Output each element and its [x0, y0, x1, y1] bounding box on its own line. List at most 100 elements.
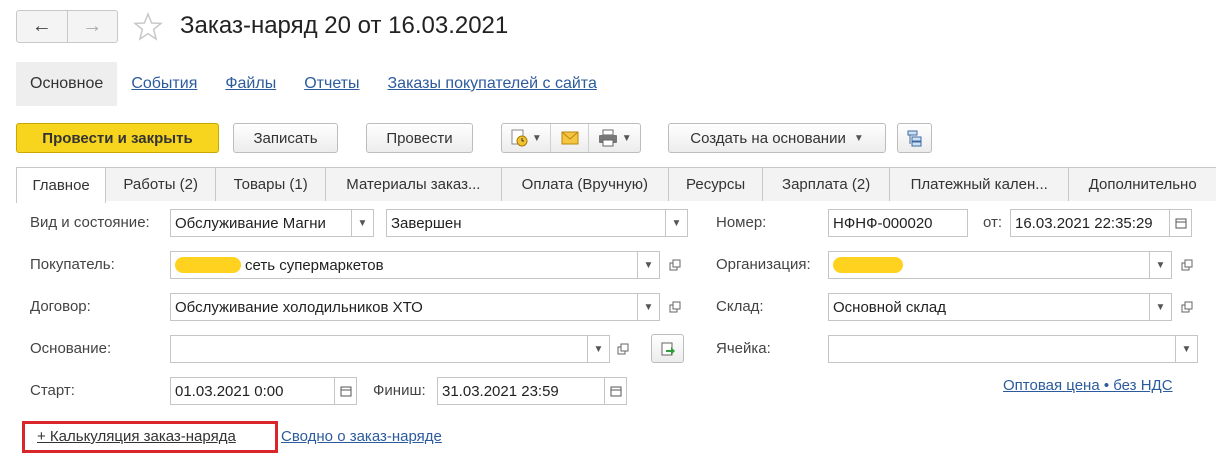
tab-goods[interactable]: Товары (1) [215, 167, 327, 201]
section-files-link[interactable]: Файлы [225, 75, 276, 93]
section-site-orders-link[interactable]: Заказы покупателей с сайта [388, 75, 597, 93]
organization-label: Организация: [716, 256, 811, 273]
tab-payment[interactable]: Оплата (Вручную) [500, 167, 670, 201]
organization-field[interactable] [828, 251, 1150, 279]
basis-label: Основание: [30, 340, 112, 357]
start-calendar-button[interactable] [335, 377, 357, 405]
document-clock-icon [511, 129, 528, 147]
basis-dropdown-button[interactable]: ▼ [588, 335, 610, 363]
hierarchy-icon [907, 130, 921, 147]
arrow-right-icon: → [82, 15, 103, 37]
chevron-down-icon: ▼ [357, 217, 368, 229]
price-type-link[interactable]: Оптовая цена • без НДС [1003, 377, 1173, 394]
section-links: Основное События Файлы Отчеты Заказы пок… [16, 62, 611, 106]
section-events-link[interactable]: События [131, 75, 197, 93]
kind-field[interactable]: Обслуживание Магни [170, 209, 352, 237]
create-based-on-button[interactable]: Создать на основании ▼ [668, 123, 886, 153]
open-window-icon [1181, 259, 1193, 271]
number-field[interactable]: НФНФ-000020 [828, 209, 968, 237]
chevron-down-icon: ▼ [643, 259, 654, 271]
fill-document-icon [661, 342, 675, 355]
finish-label: Финиш: [373, 382, 426, 399]
section-main[interactable]: Основное [16, 62, 118, 106]
cell-field[interactable] [828, 335, 1176, 363]
form-tabs: Главное Работы (2) Товары (1) Материалы … [16, 167, 1216, 203]
tab-works[interactable]: Работы (2) [105, 167, 217, 201]
buyer-field[interactable]: сеть супермаркетов [170, 251, 638, 279]
chevron-down-icon: ▼ [1155, 259, 1166, 271]
calendar-icon [610, 386, 621, 397]
contract-dropdown-button[interactable]: ▼ [638, 293, 660, 321]
post-and-close-button[interactable]: Провести и закрыть [16, 123, 219, 153]
kind-dropdown-button[interactable]: ▼ [352, 209, 374, 237]
warehouse-dropdown-button[interactable]: ▼ [1150, 293, 1172, 321]
calculation-toggle-link[interactable]: + Калькуляция заказ-наряда [37, 428, 236, 445]
date-calendar-button[interactable] [1170, 209, 1192, 237]
chevron-down-icon: ▼ [621, 132, 632, 144]
buyer-open-button[interactable] [664, 251, 686, 279]
basis-field[interactable] [170, 335, 588, 363]
start-label: Старт: [30, 382, 75, 399]
redaction-mark [175, 257, 241, 273]
back-button[interactable]: ← [17, 11, 67, 42]
tab-salary[interactable]: Зарплата (2) [762, 167, 891, 201]
cell-label: Ячейка: [716, 340, 771, 357]
printer-icon [598, 129, 617, 147]
chevron-down-icon: ▼ [853, 132, 864, 144]
chevron-down-icon: ▼ [643, 301, 654, 313]
actions-button-group: ▼ ▼ [501, 123, 641, 153]
structure-button[interactable] [897, 123, 932, 153]
kind-label: Вид и состояние: [30, 214, 150, 231]
tab-order-materials[interactable]: Материалы заказ... [325, 167, 502, 201]
summary-link[interactable]: Сводно о заказ-наряде [281, 428, 442, 445]
page-title: Заказ-наряд 20 от 16.03.2021 [180, 12, 509, 39]
start-field[interactable]: 01.03.2021 0:00 [170, 377, 335, 405]
email-button[interactable] [549, 124, 589, 152]
create-based-on-label: Создать на основании [690, 129, 846, 147]
arrow-left-icon: ← [31, 15, 52, 37]
star-icon[interactable] [132, 11, 164, 43]
document-history-button[interactable]: ▼ [502, 124, 550, 152]
cell-dropdown-button[interactable]: ▼ [1176, 335, 1198, 363]
finish-field[interactable]: 31.03.2021 23:59 [437, 377, 605, 405]
redaction-mark [833, 257, 903, 273]
history-nav: ← → [16, 10, 118, 43]
contract-open-button[interactable] [664, 293, 686, 321]
chevron-down-icon: ▼ [531, 132, 542, 144]
tab-resources[interactable]: Ресурсы [668, 167, 764, 201]
buyer-label: Покупатель: [30, 256, 115, 273]
warehouse-label: Склад: [716, 298, 764, 315]
contract-label: Договор: [30, 298, 91, 315]
print-button[interactable]: ▼ [588, 124, 640, 152]
chevron-down-icon: ▼ [593, 343, 604, 355]
organization-open-button[interactable] [1176, 251, 1198, 279]
fill-basis-button[interactable] [651, 334, 684, 363]
save-button[interactable]: Записать [233, 123, 338, 153]
date-field[interactable]: 16.03.2021 22:35:29 [1010, 209, 1170, 237]
calendar-icon [1175, 218, 1186, 229]
tab-additional[interactable]: Дополнительно [1068, 167, 1216, 201]
state-dropdown-button[interactable]: ▼ [666, 209, 688, 237]
contract-field[interactable]: Обслуживание холодильников ХТО [170, 293, 638, 321]
envelope-icon [561, 131, 579, 145]
number-label: Номер: [716, 214, 767, 231]
chevron-down-icon: ▼ [1181, 343, 1192, 355]
tab-payment-calendar[interactable]: Платежный кален... [889, 167, 1070, 201]
state-field[interactable]: Завершен [386, 209, 666, 237]
section-reports-link[interactable]: Отчеты [304, 75, 359, 93]
finish-calendar-button[interactable] [605, 377, 627, 405]
buyer-dropdown-button[interactable]: ▼ [638, 251, 660, 279]
warehouse-open-button[interactable] [1176, 293, 1198, 321]
chevron-down-icon: ▼ [1155, 301, 1166, 313]
organization-dropdown-button[interactable]: ▼ [1150, 251, 1172, 279]
open-window-icon [1181, 301, 1193, 313]
basis-open-button[interactable] [612, 335, 634, 363]
warehouse-field[interactable]: Основной склад [828, 293, 1150, 321]
from-label: от: [983, 214, 1003, 231]
chevron-down-icon: ▼ [671, 217, 682, 229]
tab-main[interactable]: Главное [16, 167, 107, 203]
open-window-icon [669, 301, 681, 313]
forward-button[interactable]: → [66, 11, 118, 42]
post-button[interactable]: Провести [366, 123, 473, 153]
open-window-icon [617, 343, 629, 355]
